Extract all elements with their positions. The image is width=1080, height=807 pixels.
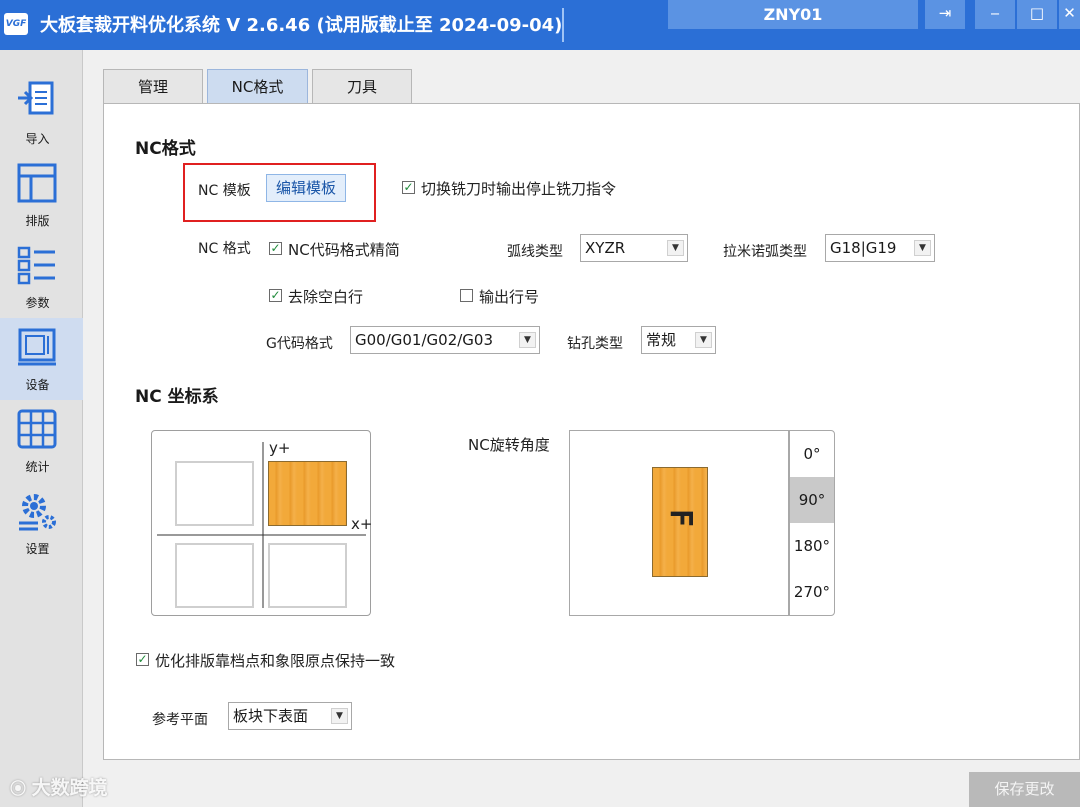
section-title-nc-coordinate: NC 坐标系 xyxy=(135,387,219,407)
sidebar-item-label: 导入 xyxy=(25,132,50,146)
chevron-down-icon: ▼ xyxy=(331,708,348,724)
stop-mill-checkbox[interactable]: ✓ xyxy=(402,181,415,194)
sidebar-item-label: 排版 xyxy=(25,214,50,228)
drill-type-select[interactable]: 常规 ▼ xyxy=(641,326,716,354)
output-line-numbers-label: 输出行号 xyxy=(479,288,540,306)
nc-template-label: NC 模板 xyxy=(198,183,251,199)
lamino-arc-select[interactable]: G18|G19 ▼ xyxy=(825,234,935,262)
remove-blank-lines-checkbox[interactable]: ✓ xyxy=(269,289,282,302)
ref-plane-label: 参考平面 xyxy=(152,712,208,728)
sidebar-item-device[interactable]: 设备 xyxy=(0,318,83,400)
layout-icon xyxy=(17,163,57,203)
chevron-down-icon: ▼ xyxy=(695,332,712,348)
keep-origin-label: 优化排版靠档点和象限原点保持一致 xyxy=(155,652,396,670)
tab-manage[interactable]: 管理 xyxy=(103,69,203,104)
x-axis-label: x+ xyxy=(351,515,373,533)
rotation-option-270[interactable]: 270° xyxy=(790,569,834,615)
settings-icon xyxy=(19,494,56,531)
save-changes-button[interactable]: 保存更改 xyxy=(969,772,1080,807)
drill-type-value: 常规 xyxy=(646,331,677,349)
close-icon[interactable]: ✕ xyxy=(1059,0,1080,29)
gcode-format-select[interactable]: G00/G01/G02/G03 ▼ xyxy=(350,326,540,354)
rotation-option-180[interactable]: 180° xyxy=(790,523,834,569)
chevron-down-icon: ▼ xyxy=(914,240,931,256)
sidebar-item-label: 参数 xyxy=(25,296,50,310)
arc-type-value: XYZR xyxy=(585,239,626,257)
rotation-options: 0° 90° 180° 270° xyxy=(789,430,835,616)
sidebar-item-layout[interactable]: 排版 xyxy=(0,154,83,236)
import-icon xyxy=(18,81,54,115)
sidebar-item-label: 统计 xyxy=(25,460,50,474)
nc-format-label: NC 格式 xyxy=(198,241,251,257)
watermark: ⦿ 大数跨境 xyxy=(10,777,108,799)
section-title-nc-format: NC格式 xyxy=(135,139,196,159)
sidebar-item-settings[interactable]: 设置 xyxy=(0,482,83,564)
y-axis-label: y+ xyxy=(269,439,291,457)
orientation-glyph: F xyxy=(663,508,698,528)
maximize-icon[interactable]: □ xyxy=(1017,0,1057,29)
minimize-icon[interactable]: ‒ xyxy=(975,0,1015,29)
ref-plane-select[interactable]: 板块下表面 ▼ xyxy=(228,702,352,730)
gcode-format-label: G代码格式 xyxy=(266,336,333,352)
chevron-down-icon: ▼ xyxy=(667,240,684,256)
ref-plane-value: 板块下表面 xyxy=(233,707,309,725)
stop-mill-label: 切换铣刀时输出停止铣刀指令 xyxy=(421,180,617,198)
params-icon xyxy=(17,246,55,285)
axis-lines xyxy=(157,442,366,608)
rotation-option-90[interactable]: 90° xyxy=(790,477,834,523)
lamino-arc-value: G18|G19 xyxy=(830,239,897,257)
output-line-numbers-checkbox[interactable] xyxy=(460,289,473,302)
sidebar-item-label: 设置 xyxy=(25,542,50,556)
sidebar: 导入 排版 参数 设备 统计 设置 xyxy=(0,50,83,807)
app-title: 大板套裁开料优化系统 V 2.6.46 (试用版截止至 2024-09-04) xyxy=(40,15,563,36)
code-simplify-checkbox[interactable]: ✓ xyxy=(269,242,282,255)
sidebar-item-label: 设备 xyxy=(25,378,50,392)
lamino-arc-label: 拉米诺弧类型 xyxy=(723,244,807,260)
drill-type-label: 钻孔类型 xyxy=(567,336,623,352)
edit-template-button[interactable]: 编辑模板 xyxy=(266,174,346,202)
sidebar-item-params[interactable]: 参数 xyxy=(0,236,83,318)
sidebar-item-import[interactable]: 导入 xyxy=(0,72,83,154)
arc-type-label: 弧线类型 xyxy=(507,244,563,260)
logout-icon[interactable]: ⇥ xyxy=(925,0,965,29)
tab-nc-format[interactable]: NC格式 xyxy=(207,69,308,104)
remove-blank-lines-label: 去除空白行 xyxy=(288,288,364,306)
keep-origin-checkbox[interactable]: ✓ xyxy=(136,653,149,666)
rotation-label: NC旋转角度 xyxy=(468,436,550,454)
arc-type-select[interactable]: XYZR ▼ xyxy=(580,234,688,262)
sidebar-item-stats[interactable]: 统计 xyxy=(0,400,83,482)
app-logo-icon: VGF xyxy=(4,13,28,35)
title-divider xyxy=(562,8,564,42)
current-user[interactable]: ZNY01 xyxy=(668,0,918,29)
device-icon xyxy=(18,328,56,366)
title-bar: VGF 大板套裁开料优化系统 V 2.6.46 (试用版截止至 2024-09-… xyxy=(0,0,1080,50)
chevron-down-icon: ▼ xyxy=(519,332,536,348)
gcode-format-value: G00/G01/G02/G03 xyxy=(355,331,494,349)
rotation-option-0[interactable]: 0° xyxy=(790,431,834,477)
code-simplify-label: NC代码格式精简 xyxy=(288,241,400,259)
stats-icon xyxy=(17,409,57,449)
tab-tools[interactable]: 刀具 xyxy=(312,69,412,104)
